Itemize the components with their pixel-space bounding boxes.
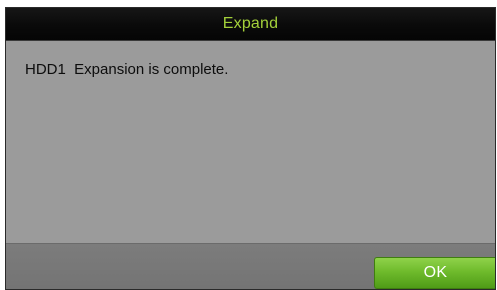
- dialog-content: HDD1 Expansion is complete.: [6, 41, 495, 243]
- status-message: HDD1 Expansion is complete.: [25, 61, 229, 78]
- ok-button-label: OK: [423, 264, 448, 281]
- dialog-title: Expand: [222, 15, 279, 32]
- dialog-titlebar: Expand: [6, 8, 495, 41]
- expand-dialog: Expand HDD1 Expansion is complete. OK: [5, 7, 496, 290]
- ok-button[interactable]: OK: [374, 257, 495, 289]
- dialog-footer: OK: [6, 243, 495, 289]
